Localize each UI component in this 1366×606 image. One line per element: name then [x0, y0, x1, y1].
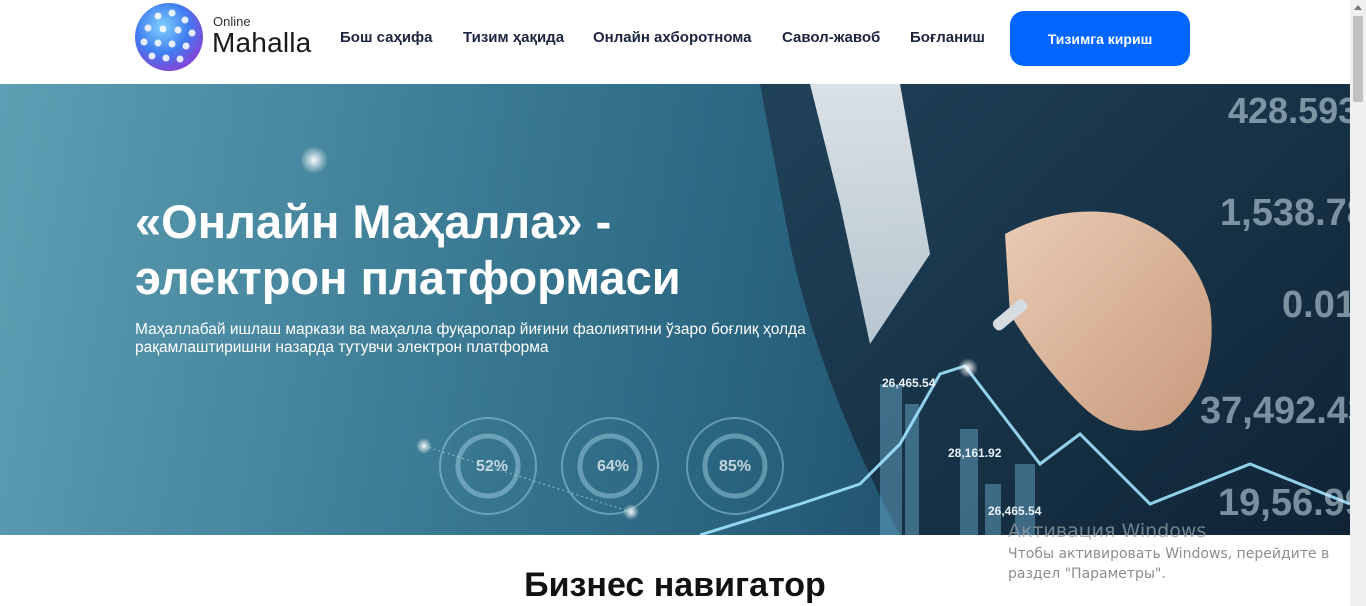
hero-title: «Онлайн Маҳалла» - электрон платформаси [135, 194, 835, 306]
globe-logo-icon [135, 3, 203, 71]
overlay-small-number: 26,465.54 [882, 376, 936, 390]
hero-title-line1: «Онлайн Маҳалла» - [135, 195, 612, 248]
logo[interactable]: Online Mahalla [134, 2, 324, 72]
overlay-small-number: 28,161.92 [948, 446, 1002, 460]
windows-activation-line2: раздел "Параметры". [1008, 566, 1166, 582]
nav-about[interactable]: Тизим ҳақида [463, 29, 564, 46]
login-button[interactable]: Тизимга кириш [1010, 11, 1190, 66]
scroll-up-arrow-icon[interactable] [1354, 5, 1362, 10]
overlay-number: 1,538.78 [1220, 192, 1350, 234]
windows-activation-title: Активация Windows [1008, 520, 1207, 542]
hero-banner: 428.593 1,538.78 0.01 37,492.43 19,56.99… [0, 84, 1350, 535]
gauge-percent: 64% [597, 458, 630, 475]
gauge-percent: 52% [476, 458, 509, 475]
overlay-small-number: 26,465.54 [988, 504, 1042, 518]
nav-bulletin[interactable]: Онлайн ахборотнома [593, 29, 752, 46]
hero-background-image [300, 84, 1350, 535]
hero-subtitle-line1: Маҳаллабай ишлаш маркази ва маҳалла фуқа… [135, 321, 806, 338]
hero-subtitle-line2: рақамлаштиришни назарда тутувчи электрон… [135, 339, 549, 356]
nav-home[interactable]: Бош саҳифа [340, 29, 433, 46]
scroll-thumb[interactable] [1353, 16, 1363, 102]
logo-big-text: Mahalla [212, 27, 312, 58]
gauge-percent: 85% [719, 458, 752, 475]
windows-activation-text: Чтобы активировать Windows, перейдите в … [1008, 544, 1338, 584]
overlay-number: 0.01 [1282, 284, 1350, 326]
overlay-number: 428.593 [1228, 90, 1350, 131]
windows-activation-line1: Чтобы активировать Windows, перейдите в [1008, 546, 1330, 562]
overlay-number: 19,56.99 [1218, 482, 1350, 524]
hero-subtitle: Маҳаллабай ишлаш маркази ва маҳалла фуқа… [135, 321, 835, 357]
nav-faq[interactable]: Савол-жавоб [782, 29, 880, 46]
site-header: Online Mahalla Бош саҳифа Тизим ҳақида О… [0, 0, 1350, 84]
page-scrollbar[interactable] [1350, 0, 1366, 606]
overlay-number: 37,492.43 [1200, 390, 1350, 432]
hero-title-line2: электрон платформаси [135, 251, 681, 304]
nav-contact[interactable]: Боғланиш [910, 29, 985, 46]
